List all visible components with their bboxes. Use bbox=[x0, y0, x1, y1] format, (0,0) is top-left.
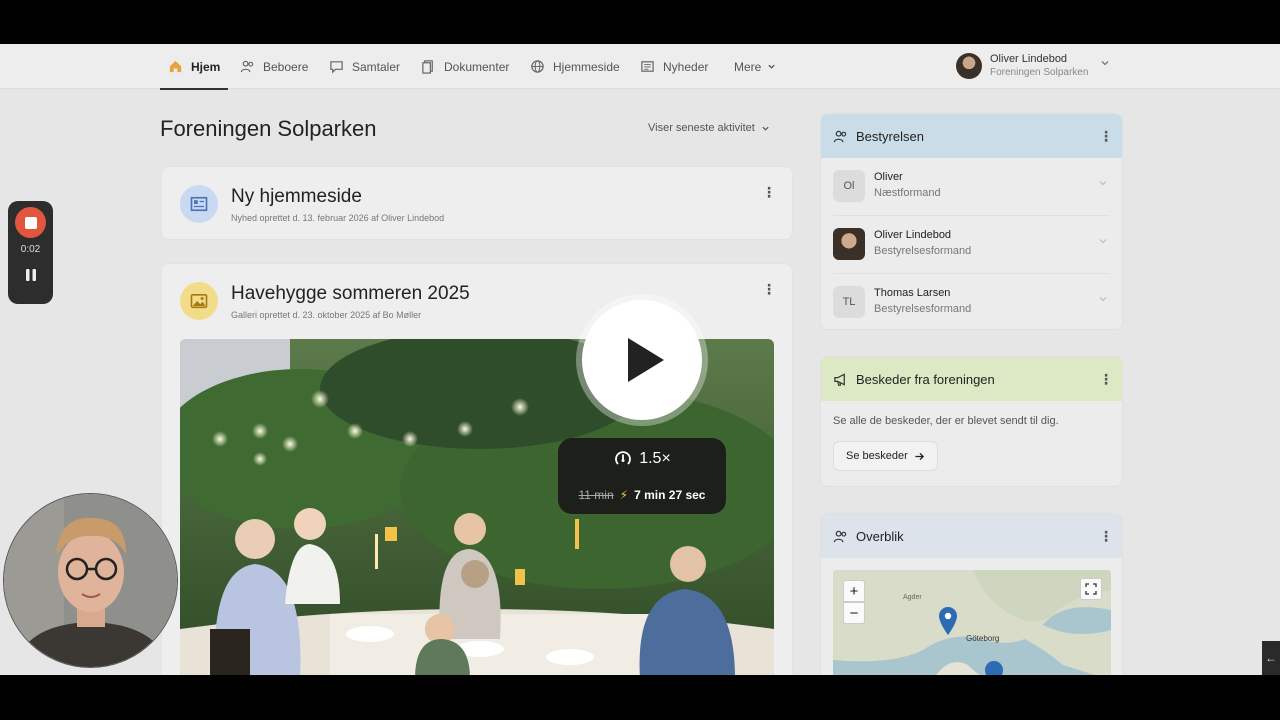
nav-item-beboere[interactable]: Beboere bbox=[240, 44, 308, 89]
nav-label-mere: Mere bbox=[734, 59, 762, 74]
member-row[interactable]: Ol Oliver Næstformand bbox=[833, 158, 1110, 216]
map[interactable]: + − Agder Göteborg bbox=[833, 570, 1111, 675]
home-icon bbox=[169, 60, 182, 73]
member-role: Næstformand bbox=[874, 187, 941, 199]
member-role: Bestyrelsesformand bbox=[874, 245, 972, 257]
member-name: Oliver bbox=[874, 171, 903, 183]
more-options-icon[interactable]: ⋮ bbox=[1099, 128, 1113, 144]
user-menu[interactable]: Oliver Lindebod Foreningen Solparken bbox=[956, 52, 1088, 79]
nav-label-nyheder: Nyheder bbox=[663, 59, 709, 74]
more-options-icon[interactable]: ⋮ bbox=[1099, 528, 1113, 544]
board-panel-title: Bestyrelsen bbox=[856, 128, 924, 144]
member-row[interactable]: TL Thomas Larsen Bestyrelsesformand bbox=[833, 274, 1110, 329]
see-messages-label: Se beskeder bbox=[846, 450, 908, 462]
nav-item-nyheder[interactable]: Nyheder bbox=[640, 44, 708, 89]
fullscreen-icon[interactable] bbox=[1080, 578, 1102, 600]
nav-label-hjemmeside: Hjemmeside bbox=[553, 59, 620, 74]
member-initials: TL bbox=[833, 286, 865, 318]
messages-panel: Beskeder fra foreningen ⋮ Se alle de bes… bbox=[820, 356, 1123, 487]
member-role: Bestyrelsesformand bbox=[874, 303, 972, 315]
overview-panel-title: Overblik bbox=[856, 528, 904, 544]
play-icon bbox=[628, 338, 664, 382]
feed-subtitle: Nyhed oprettet d. 13. februar 2026 af Ol… bbox=[231, 213, 445, 223]
messages-description: Se alle de beskeder, der er blevet sendt… bbox=[833, 415, 1059, 427]
nav-item-samtaler[interactable]: Samtaler bbox=[329, 44, 400, 89]
megaphone-icon bbox=[834, 372, 845, 386]
map-pin-icon[interactable] bbox=[983, 660, 1005, 675]
map-label-region: Agder bbox=[903, 594, 922, 601]
image-icon bbox=[180, 282, 218, 320]
playback-speed-badge[interactable]: 1.5× 11 min ⚡ 7 min 27 sec bbox=[558, 438, 726, 514]
overview-panel-header: Overblik ⋮ bbox=[821, 514, 1122, 558]
overview-panel: Overblik ⋮ + − Agder Göteborg bbox=[820, 513, 1123, 675]
zoom-out-button[interactable]: − bbox=[843, 602, 865, 624]
member-name: Oliver Lindebod bbox=[874, 229, 952, 241]
see-messages-button[interactable]: Se beskeder bbox=[833, 441, 938, 471]
top-navigation: Hjem Beboere Samtaler Dokumenter Hjemmes… bbox=[0, 44, 1280, 90]
map-pin-icon[interactable] bbox=[937, 606, 959, 636]
chevron-down-icon bbox=[1099, 181, 1107, 186]
user-name: Oliver Lindebod bbox=[990, 53, 1068, 65]
member-avatar-photo bbox=[833, 228, 865, 260]
member-initials: Ol bbox=[833, 170, 865, 202]
recording-controls: 0:02 bbox=[8, 201, 53, 304]
feed-subtitle: Galleri oprettet d. 23. oktober 2025 af … bbox=[231, 310, 422, 320]
nav-label-beboere: Beboere bbox=[263, 59, 309, 74]
playback-speed: 1.5× bbox=[639, 450, 671, 467]
stop-recording-button[interactable] bbox=[15, 207, 46, 238]
chevron-down-icon[interactable] bbox=[1100, 58, 1110, 68]
member-row[interactable]: Oliver Lindebod Bestyrelsesformand bbox=[833, 216, 1110, 274]
users-icon bbox=[833, 530, 847, 542]
nav-label-samtaler: Samtaler bbox=[352, 59, 401, 74]
board-panel: Bestyrelsen ⋮ Ol Oliver Næstformand Oliv… bbox=[820, 113, 1123, 330]
chevron-down-icon bbox=[1099, 239, 1107, 244]
nav-item-hjem[interactable]: Hjem bbox=[160, 44, 229, 90]
newspaper-icon bbox=[180, 185, 218, 223]
stop-icon bbox=[24, 216, 37, 229]
more-options-icon[interactable]: ⋮ bbox=[762, 184, 776, 200]
side-collapse-tab[interactable]: ← bbox=[1262, 641, 1280, 675]
feed-card-news[interactable]: Ny hjemmeside Nyhed oprettet d. 13. febr… bbox=[161, 166, 793, 240]
board-panel-header: Bestyrelsen ⋮ bbox=[821, 114, 1122, 158]
globe-icon bbox=[531, 60, 544, 73]
map-label-city: Göteborg bbox=[966, 634, 1000, 643]
nav-label-hjem: Hjem bbox=[191, 59, 221, 74]
play-button[interactable] bbox=[582, 300, 702, 420]
user-org: Foreningen Solparken bbox=[990, 67, 1089, 78]
webcam-bubble bbox=[3, 493, 178, 668]
arrow-right-icon bbox=[915, 452, 924, 460]
feed-title[interactable]: Ny hjemmeside bbox=[231, 186, 362, 208]
messages-panel-title: Beskeder fra foreningen bbox=[856, 371, 995, 387]
nav-item-mere[interactable]: Mere bbox=[734, 44, 776, 89]
messages-panel-header: Beskeder fra foreningen ⋮ bbox=[821, 357, 1122, 401]
chevron-down-icon bbox=[1099, 297, 1107, 302]
avatar bbox=[956, 52, 982, 79]
nav-item-hjemmeside[interactable]: Hjemmeside bbox=[530, 44, 620, 89]
activity-filter[interactable]: Viser seneste aktivitet bbox=[648, 122, 770, 134]
chevron-down-icon bbox=[768, 64, 775, 69]
pause-icon[interactable] bbox=[23, 267, 39, 283]
lightning-icon: ⚡ bbox=[619, 488, 629, 502]
documents-icon bbox=[422, 60, 433, 74]
activity-filter-label: Viser seneste aktivitet bbox=[648, 122, 755, 134]
new-duration: 7 min 27 sec bbox=[634, 488, 706, 502]
newspaper-icon bbox=[641, 61, 654, 72]
users-icon bbox=[833, 130, 847, 142]
users-icon bbox=[240, 60, 254, 73]
page-title: Foreningen Solparken bbox=[160, 116, 377, 141]
original-duration: 11 min bbox=[578, 488, 614, 502]
chevron-down-icon bbox=[762, 126, 769, 131]
more-options-icon[interactable]: ⋮ bbox=[762, 281, 776, 297]
nav-label-dokumenter: Dokumenter bbox=[444, 59, 510, 74]
speedometer-icon bbox=[615, 451, 632, 465]
zoom-in-button[interactable]: + bbox=[843, 580, 865, 602]
member-name: Thomas Larsen bbox=[874, 287, 951, 299]
feed-title[interactable]: Havehygge sommeren 2025 bbox=[231, 283, 470, 305]
nav-item-dokumenter[interactable]: Dokumenter bbox=[421, 44, 509, 89]
more-options-icon[interactable]: ⋮ bbox=[1099, 371, 1113, 387]
chat-icon bbox=[330, 61, 343, 74]
recording-timer: 0:02 bbox=[20, 244, 41, 255]
